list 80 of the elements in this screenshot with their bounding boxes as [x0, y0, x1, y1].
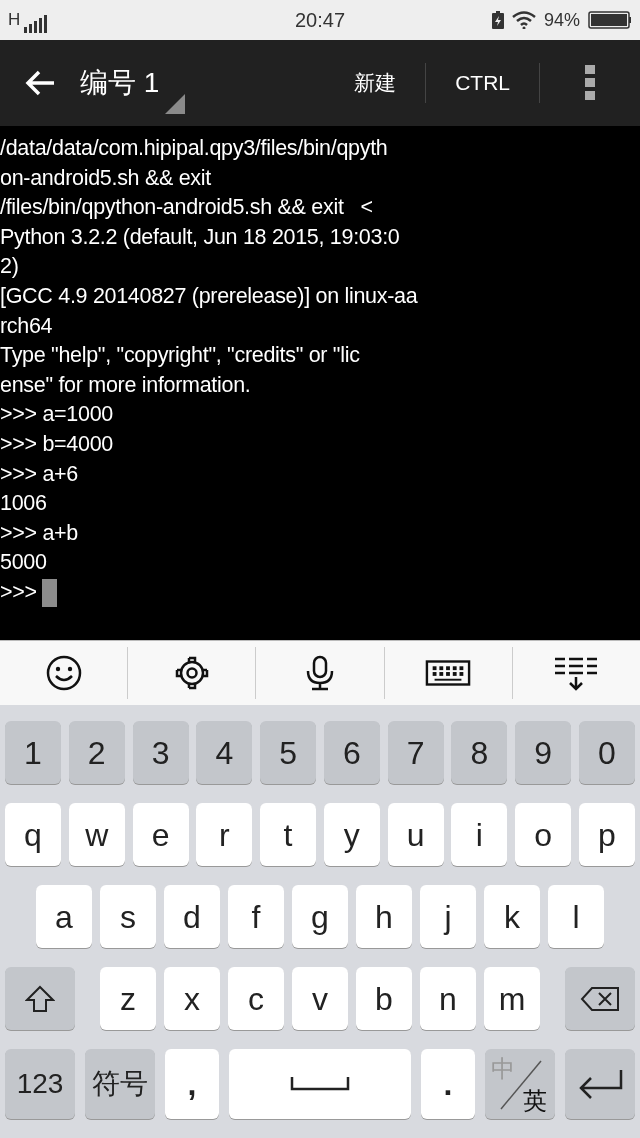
letter-key[interactable]: e — [132, 803, 189, 866]
letter-key[interactable]: p — [578, 803, 635, 866]
clock: 20:47 — [293, 8, 347, 33]
letter-key[interactable]: m — [484, 967, 540, 1030]
wifi-icon — [511, 11, 536, 29]
letter-key[interactable]: f — [228, 885, 284, 948]
terminal-line: 2) — [0, 253, 19, 281]
letter-key[interactable]: j — [420, 885, 476, 948]
letter-key[interactable]: o — [515, 803, 572, 866]
dropdown-corner-icon[interactable] — [165, 94, 186, 114]
letter-key[interactable]: g — [292, 885, 348, 948]
backspace-icon — [580, 985, 620, 1012]
enter-icon — [577, 1068, 623, 1100]
terminal-line: /data/data/com.hipipal.qpy3/files/bin/qpyth — [0, 135, 388, 162]
terminal-line: >>> a=1000 — [0, 401, 113, 429]
number-key[interactable]: 6 — [323, 721, 380, 784]
number-key[interactable]: 4 — [196, 721, 253, 784]
letter-key[interactable]: d — [164, 885, 220, 948]
language-label: 英 — [523, 1086, 547, 1116]
number-key[interactable]: 5 — [260, 721, 317, 784]
terminal-line: [GCC 4.9 20140827 (prerelease)] on linux-aa — [0, 282, 418, 310]
terminal-line: >>> — [0, 578, 38, 606]
letter-key[interactable]: t — [260, 803, 317, 866]
letter-key[interactable]: u — [387, 803, 444, 866]
letter-key[interactable]: h — [356, 885, 412, 948]
letter-key[interactable]: c — [228, 967, 284, 1030]
letter-key[interactable]: v — [292, 967, 348, 1030]
letter-key[interactable]: y — [323, 803, 380, 866]
number-key[interactable]: 7 — [387, 721, 444, 784]
terminal-line: Python 3.2.2 (default, Jun 18 2015, 19:03:0 — [0, 223, 400, 251]
more-icon — [585, 65, 595, 101]
letter-key[interactable]: b — [356, 967, 412, 1030]
terminal-line: rch64 — [0, 312, 53, 340]
letter-key[interactable]: w — [68, 803, 125, 866]
letter-key[interactable]: x — [164, 967, 220, 1030]
number-key[interactable]: 2 — [68, 721, 125, 784]
terminal-line: ense" for more information. — [0, 371, 251, 399]
number-key[interactable]: 9 — [515, 721, 572, 784]
punctuation-key[interactable]: , — [165, 1049, 219, 1119]
charging-icon — [491, 11, 504, 29]
letter-key[interactable]: a — [36, 885, 92, 948]
toolbar-action[interactable]: 新建 — [325, 40, 426, 126]
letter-key[interactable]: l — [548, 885, 604, 948]
number-key[interactable]: 0 — [578, 721, 635, 784]
number-key[interactable]: 1 — [5, 721, 61, 784]
terminal-line: /files/bin/qpython-android5.sh && exit < — [0, 194, 373, 222]
smiley-icon — [45, 655, 82, 691]
letter-key[interactable]: s — [100, 885, 156, 948]
signal-icon — [24, 14, 49, 33]
letter-key[interactable]: z — [100, 967, 156, 1030]
shift-key[interactable] — [5, 967, 75, 1030]
enter-key[interactable] — [565, 1049, 635, 1119]
mode-key[interactable]: 123 — [5, 1049, 75, 1119]
network-type: H — [8, 9, 21, 32]
number-key[interactable]: 3 — [132, 721, 189, 784]
letter-key[interactable]: i — [451, 803, 508, 866]
terminal-line: on-android5.sh && exit — [0, 164, 211, 192]
terminal-line: >>> a+b — [0, 519, 78, 547]
space-icon — [290, 1077, 350, 1091]
letter-key[interactable]: r — [196, 803, 253, 866]
hide-keyboard-icon — [553, 655, 600, 691]
terminal-line: 5000 — [0, 549, 47, 577]
punctuation-key[interactable]: . — [421, 1049, 475, 1119]
backspace-key[interactable] — [565, 967, 635, 1030]
session-title[interactable]: 编号 1 — [80, 62, 160, 104]
back-arrow-icon — [24, 69, 56, 97]
terminal-line: Type "help", "copyright", "credits" or "lic — [0, 342, 360, 370]
terminal-line: >>> a+6 — [0, 460, 78, 488]
terminal-line: 1006 — [0, 490, 47, 518]
settings-icon — [173, 655, 210, 691]
battery-percent: 94% — [543, 8, 580, 32]
mode-key[interactable]: 符号 — [85, 1049, 155, 1119]
shift-icon — [25, 984, 55, 1013]
terminal-line: >>> b=4000 — [0, 430, 113, 458]
letter-key[interactable]: n — [420, 967, 476, 1030]
toolbar-action[interactable]: CTRL — [426, 40, 539, 126]
battery-icon — [588, 11, 632, 29]
number-key[interactable]: 8 — [451, 721, 508, 784]
letter-key[interactable]: q — [5, 803, 61, 866]
letter-key[interactable]: k — [484, 885, 540, 948]
